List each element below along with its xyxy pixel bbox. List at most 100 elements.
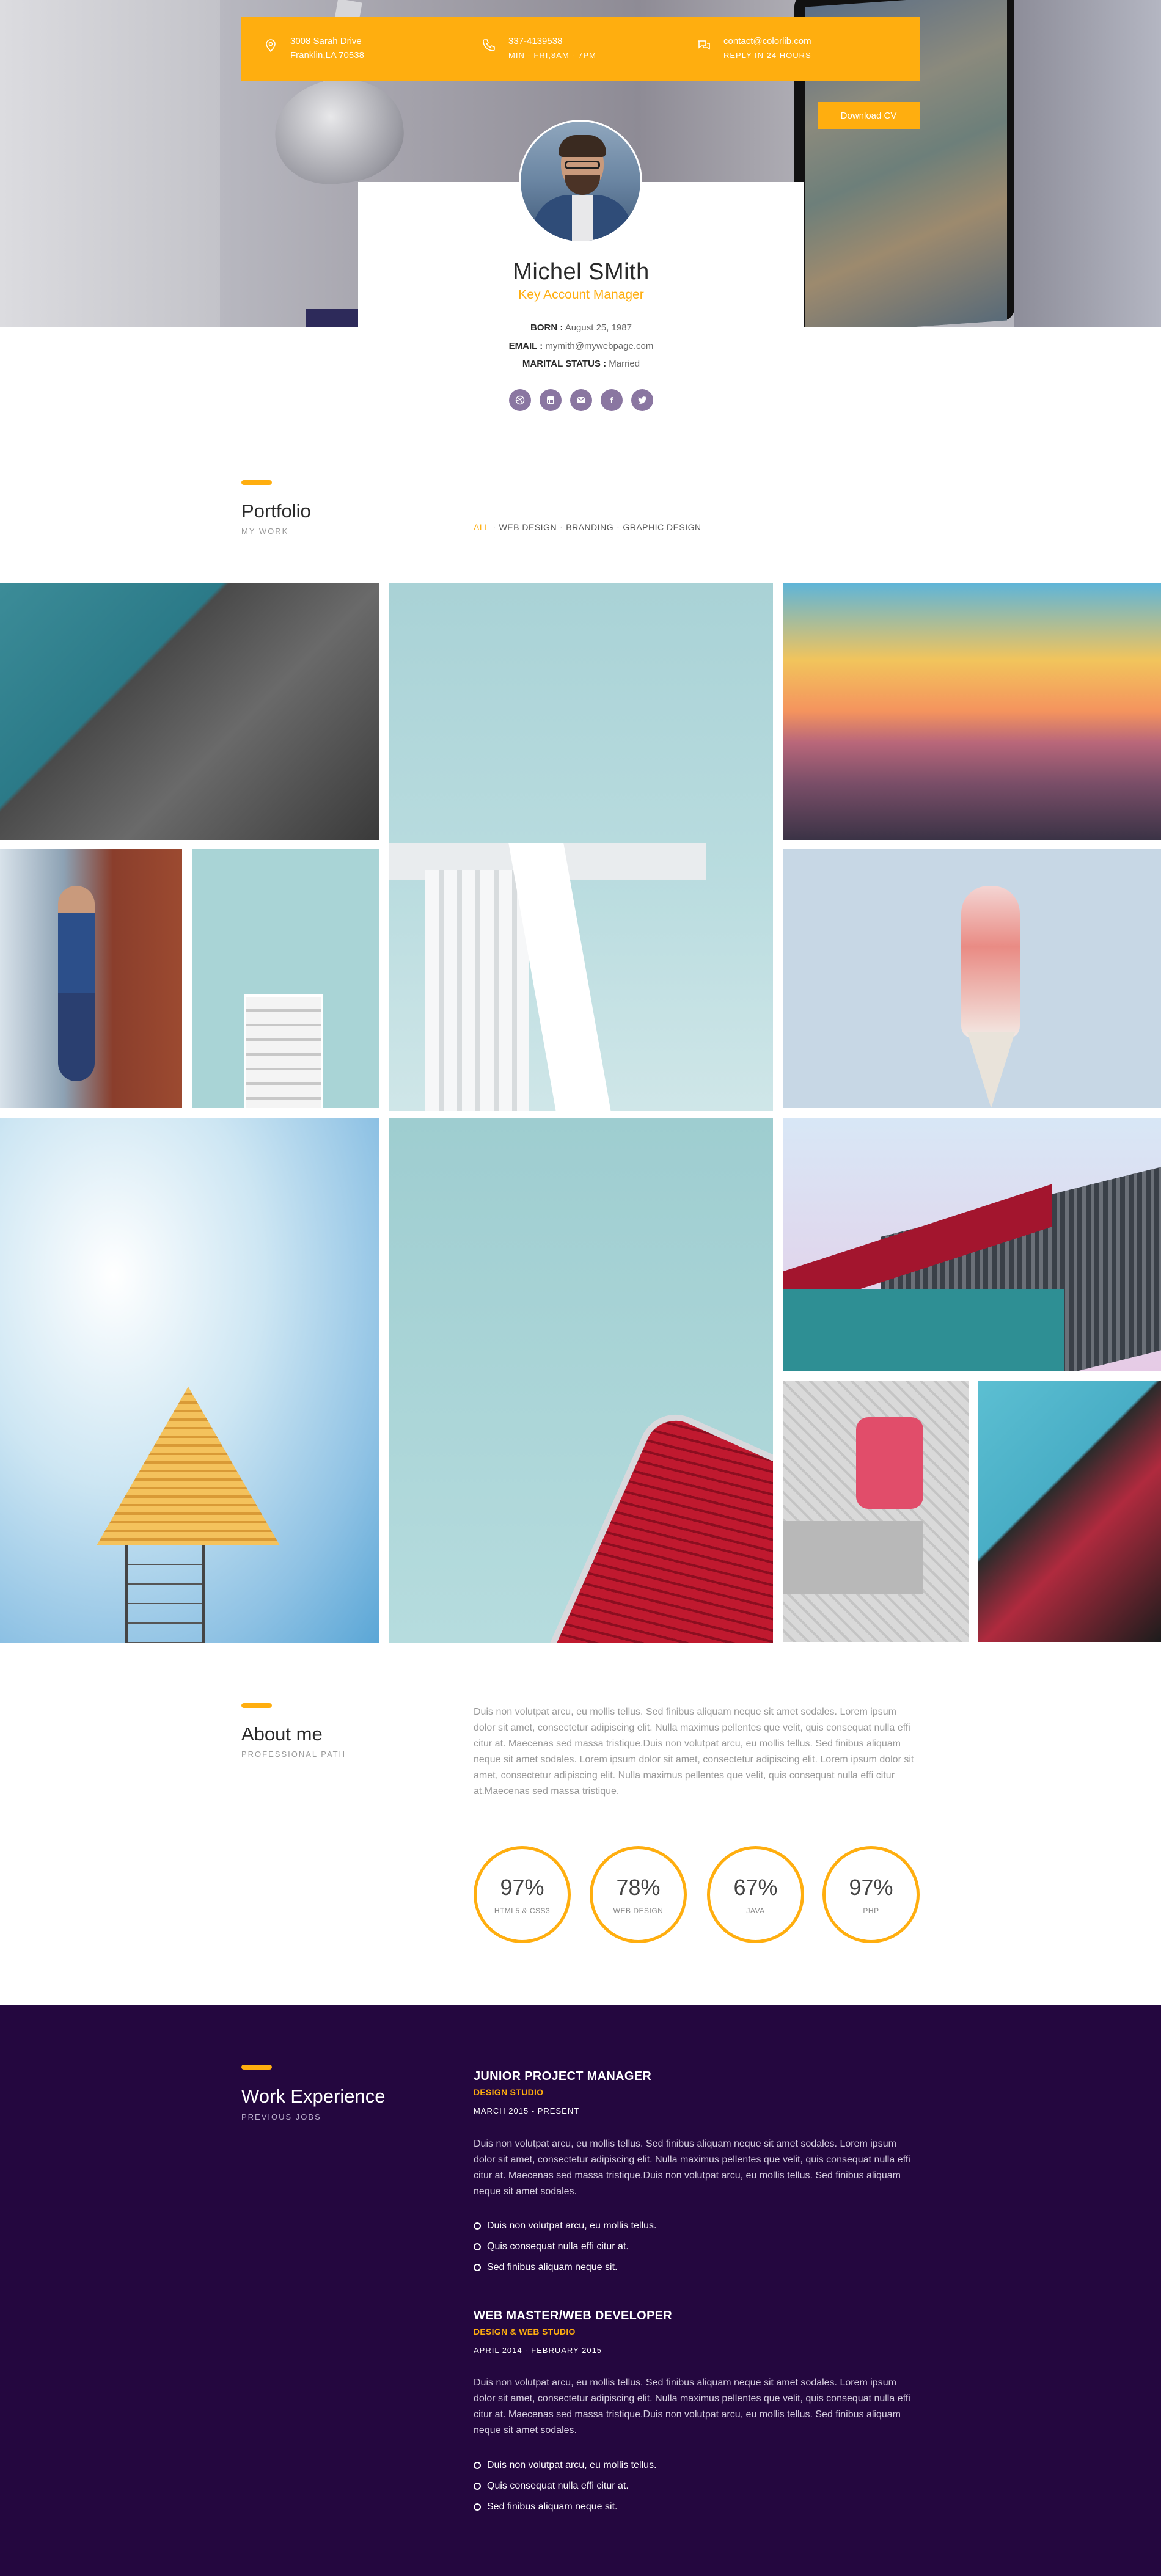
bullet-circle-icon <box>474 2264 481 2271</box>
email-icon[interactable] <box>570 389 592 411</box>
portfolio-title: Portfolio <box>241 500 311 522</box>
born-label: BORN : <box>530 323 563 333</box>
job-bullet: Duis non volutpat arcu, eu mollis tellus… <box>474 2460 656 2471</box>
bullet-circle-icon <box>474 2462 481 2469</box>
portfolio-item-small-building[interactable] <box>192 849 379 1108</box>
profile-marital-status: MARITAL STATUS : Married <box>358 359 804 369</box>
avatar-beard <box>565 175 600 195</box>
job-bullet: Quis consequat nulla effi citur at. <box>474 2241 629 2252</box>
skill-label: PHP <box>863 1906 879 1915</box>
email-reply-note: REPLY IN 24 HOURS <box>723 51 811 60</box>
profile-email: EMAIL : mymith@mywebpage.com <box>358 341 804 351</box>
hero-background-right <box>1014 0 1161 327</box>
contact-phone: 337-4139538 MIN - FRI,8AM - 7PM <box>482 34 596 62</box>
bullet-circle-icon <box>474 2243 481 2250</box>
portfolio-item-pyramid-tower[interactable] <box>0 1118 379 1643</box>
skill-percent: 78% <box>616 1874 661 1900</box>
portfolio-subtitle: MY WORK <box>241 527 289 536</box>
job-bullet: Quis consequat nulla effi citur at. <box>474 2481 629 2492</box>
location-pin-icon <box>266 39 276 53</box>
skill-percent: 97% <box>849 1874 893 1900</box>
phone-number: 337-4139538 <box>508 36 563 46</box>
portfolio-item-ice-cream-sign[interactable] <box>783 849 1161 1108</box>
portfolio-item-white-arch[interactable] <box>389 583 773 1111</box>
arch-columns <box>425 870 529 1111</box>
avatar <box>519 120 642 243</box>
profile-born: BORN : August 25, 1987 <box>358 323 804 333</box>
small-building-facade <box>244 994 323 1108</box>
about-text: Duis non volutpat arcu, eu mollis tellus… <box>474 1707 914 1797</box>
avatar-hair <box>559 135 606 157</box>
bullet-text: Quis consequat nulla effi citur at. <box>487 2241 629 2252</box>
skill-php: 97% PHP <box>822 1846 920 1943</box>
portfolio-filters: ALL · WEB DESIGN · BRANDING · GRAPHIC DE… <box>474 522 701 532</box>
about-accent-bar <box>241 1703 272 1708</box>
portfolio-item-red-facade[interactable] <box>389 1118 773 1643</box>
contact-bar: 3008 Sarah Drive Franklin,LA 70538 337-4… <box>241 17 920 81</box>
job-bullet: Sed finibus aliquam neque sit. <box>474 2501 617 2512</box>
work-accent-bar <box>241 2065 272 2070</box>
skill-java: 67% JAVA <box>707 1846 804 1943</box>
facebook-icon[interactable]: f <box>601 389 623 411</box>
job-bullet: Duis non volutpat arcu, eu mollis tellus… <box>474 2220 656 2231</box>
filter-graphic-design[interactable]: GRAPHIC DESIGN <box>623 522 701 532</box>
chat-bubbles-icon <box>698 40 710 50</box>
portfolio-accent-bar <box>241 480 272 485</box>
about-subtitle: PROFESSIONAL PATH <box>241 1750 346 1759</box>
pyramid-structure <box>97 1387 280 1545</box>
bullet-circle-icon <box>474 2483 481 2490</box>
portfolio-item-woman-backpack[interactable] <box>783 1381 969 1642</box>
email-value: mymith@mywebpage.com <box>543 341 654 351</box>
portfolio-item-man-walking[interactable] <box>0 849 182 1108</box>
linkedin-icon[interactable] <box>540 389 562 411</box>
hero-background-wall <box>0 0 220 327</box>
walking-man <box>58 886 95 1081</box>
bullet-text: Duis non volutpat arcu, eu mollis tellus… <box>487 2460 657 2470</box>
job-dates: MARCH 2015 - PRESENT <box>474 2106 580 2115</box>
address-line-1: 3008 Sarah Drive <box>290 36 362 46</box>
phone-icon <box>483 39 495 51</box>
avatar-shirt <box>572 195 593 241</box>
bullet-text: Quis consequat nulla effi citur at. <box>487 2481 629 2491</box>
download-cv-button[interactable]: Download CV <box>818 102 920 129</box>
skill-percent: 67% <box>733 1874 778 1900</box>
filter-branding[interactable]: BRANDING <box>566 522 613 532</box>
skill-label: JAVA <box>746 1906 765 1915</box>
email-address[interactable]: contact@colorlib.com <box>723 34 811 48</box>
work-title: Work Experience <box>241 2085 386 2107</box>
job-title: WEB MASTER/WEB DEVELOPER <box>474 2309 672 2322</box>
portfolio-item-curved-tower[interactable] <box>978 1381 1161 1642</box>
phone-hours: MIN - FRI,8AM - 7PM <box>508 51 596 60</box>
born-value: August 25, 1987 <box>563 323 632 333</box>
about-title: About me <box>241 1723 323 1745</box>
skill-label: HTML5 & CSS3 <box>494 1906 551 1915</box>
work-subtitle: PREVIOUS JOBS <box>241 2112 321 2122</box>
hero-lamp <box>268 71 410 192</box>
contact-email: contact@colorlib.com REPLY IN 24 HOURS <box>697 34 811 62</box>
twitter-icon[interactable] <box>631 389 653 411</box>
skill-html-css: 97% HTML5 & CSS3 <box>474 1846 571 1943</box>
job-dates: APRIL 2014 - FEBRUARY 2015 <box>474 2346 602 2355</box>
portfolio-item-brick-building[interactable] <box>0 583 379 840</box>
avatar-glasses <box>565 161 600 169</box>
portfolio-item-modern-building[interactable] <box>783 1118 1161 1371</box>
job-title: JUNIOR PROJECT MANAGER <box>474 2070 652 2083</box>
profile-name: Michel SMith <box>513 259 650 285</box>
bullet-text: Duis non volutpat arcu, eu mollis tellus… <box>487 2220 657 2231</box>
dribbble-icon[interactable] <box>509 389 531 411</box>
portfolio-item-sunset-mountains[interactable] <box>783 583 1161 840</box>
marital-value: Married <box>606 359 640 369</box>
marital-label: MARITAL STATUS : <box>522 359 607 369</box>
filter-web-design[interactable]: WEB DESIGN <box>499 522 557 532</box>
address-line-2: Franklin,LA 70538 <box>290 50 364 60</box>
skill-label: WEB DESIGN <box>613 1906 664 1915</box>
pink-backpack <box>856 1417 923 1509</box>
hero-desk <box>306 309 361 327</box>
filter-separator: · <box>617 522 620 532</box>
job-company: DESIGN STUDIO <box>474 2087 544 2097</box>
skill-percent: 97% <box>500 1874 544 1900</box>
filter-separator: · <box>493 522 496 532</box>
red-curved-facade <box>543 1403 773 1643</box>
job-description: Duis non volutpat arcu, eu mollis tellus… <box>474 2139 910 2197</box>
filter-all[interactable]: ALL <box>474 522 489 532</box>
